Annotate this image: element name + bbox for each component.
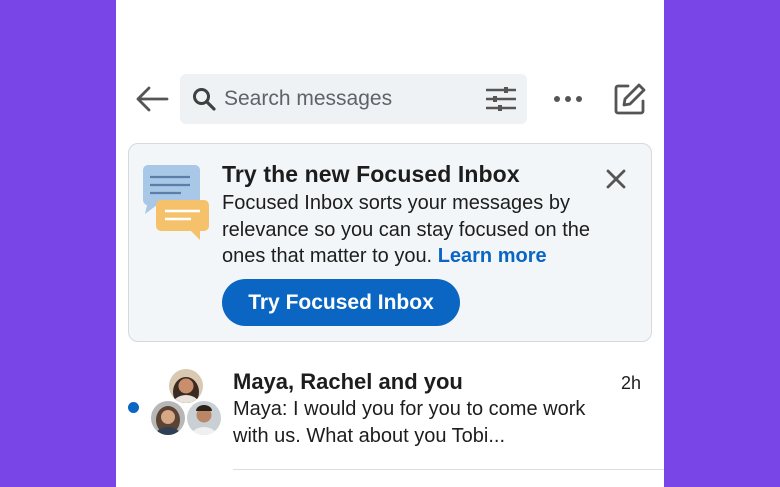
- compose-icon[interactable]: [613, 82, 647, 116]
- group-avatar: [149, 367, 223, 436]
- conversation-list-item[interactable]: Maya, Rachel and you 2h Maya: I would yo…: [116, 360, 664, 470]
- messaging-screen: Try the new Focused Inbox Focused Inbox …: [116, 0, 664, 487]
- sliders-icon[interactable]: [485, 86, 517, 112]
- search-field[interactable]: [180, 74, 527, 124]
- learn-more-link[interactable]: Learn more: [438, 245, 547, 267]
- list-divider: [233, 469, 664, 470]
- conversation-participants: Maya, Rachel and you: [233, 369, 463, 394]
- messaging-toolbar: [116, 74, 664, 124]
- more-horizontal-icon[interactable]: [548, 87, 588, 111]
- focused-inbox-banner: Try the new Focused Inbox Focused Inbox …: [128, 143, 652, 342]
- unread-indicator: [128, 402, 139, 413]
- back-button[interactable]: [134, 82, 170, 116]
- search-input[interactable]: [224, 74, 474, 124]
- conversation-timestamp: 2h: [620, 373, 641, 393]
- arrow-left-icon: [136, 86, 169, 112]
- chat-bubbles-icon: [142, 165, 209, 240]
- banner-body: Focused Inbox sorts your messages by rel…: [222, 190, 617, 270]
- conversation-preview: Maya: I would you for you to come work w…: [233, 398, 586, 447]
- search-icon: [193, 88, 216, 111]
- close-icon[interactable]: [603, 166, 629, 192]
- try-focused-inbox-button[interactable]: Try Focused Inbox: [222, 279, 460, 326]
- banner-title: Try the new Focused Inbox: [222, 161, 520, 187]
